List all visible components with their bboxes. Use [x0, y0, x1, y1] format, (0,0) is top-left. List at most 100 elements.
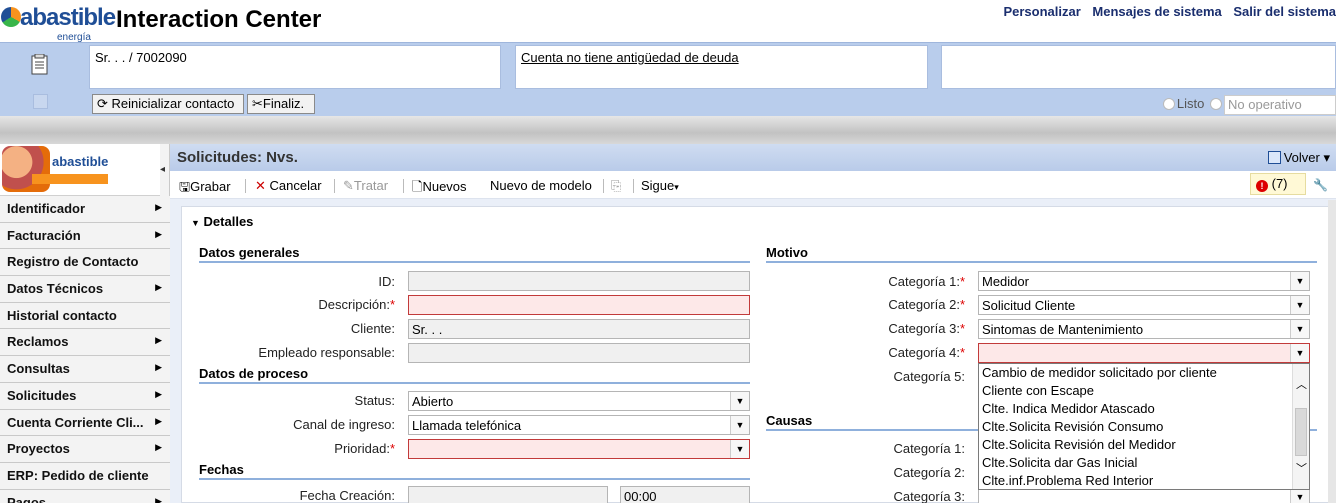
logo-brand-text: abastible	[20, 4, 116, 31]
sidebar-item[interactable]: Registro de Contacto	[0, 249, 170, 277]
sidebar-item-label: Reclamos	[7, 334, 69, 350]
dropdown-arrow-icon[interactable]: ▼	[1290, 320, 1309, 338]
new-label: Nuevos	[422, 179, 467, 194]
priority-select[interactable]: ▼	[408, 439, 750, 459]
sidebar-item[interactable]: Pagos ▶	[0, 489, 170, 503]
save-button[interactable]: 🖫Grabar	[179, 178, 231, 200]
dropdown-arrow-icon[interactable]: ▼	[1290, 344, 1309, 362]
dropdown-option[interactable]: Cambio de medidor solicitado por cliente	[979, 364, 1309, 382]
link-system-messages[interactable]: Mensajes de sistema	[1092, 4, 1221, 19]
sidebar-logo: abastible	[0, 144, 160, 196]
cancel-label: Cancelar	[269, 178, 322, 193]
responsible-employee-field[interactable]	[408, 343, 750, 363]
save-icon: 🖫	[179, 179, 191, 194]
toolbar-divider	[403, 179, 404, 193]
sidebar-item-label: Datos Técnicos	[7, 281, 104, 297]
copy-icon[interactable]: ⎘	[611, 178, 621, 194]
status-value: Abierto	[412, 394, 454, 409]
sidebar-item[interactable]: Identificador ▶	[0, 196, 170, 223]
sidebar-item[interactable]: Facturación ▶	[0, 222, 170, 250]
sidebar-item[interactable]: ERP: Pedido de cliente	[0, 462, 170, 490]
alerts-badge[interactable]: ! (7)	[1250, 173, 1306, 195]
reset-contact-button[interactable]: ⟳ Reinicializar contacto	[92, 94, 244, 114]
customer-info-box: Sr. . . / 7002090	[89, 45, 501, 89]
process-button[interactable]: ✎Tratar	[343, 178, 388, 194]
link-personalize[interactable]: Personalizar	[1003, 4, 1080, 19]
section-dates: Fechas	[199, 462, 750, 480]
refresh-icon: ⟳	[97, 96, 108, 111]
document-icon[interactable]	[29, 54, 51, 76]
back-label: Volver	[1283, 150, 1320, 165]
reset-contact-label: Reinicializar contacto	[111, 96, 235, 111]
back-button[interactable]: Volver ▾	[1267, 150, 1330, 166]
id-label: ID:	[378, 274, 395, 289]
reason-category-3-select[interactable]: Sintomas de Mantenimiento ▼	[978, 319, 1310, 339]
context-checkbox[interactable]	[33, 94, 48, 109]
abastible-logo: abastible energía limpia	[0, 2, 116, 54]
status-ready-radio[interactable]	[1162, 98, 1175, 111]
dropdown-arrow-icon[interactable]: ▼	[1290, 296, 1309, 314]
personalize-tool-icon[interactable]: 🔧	[1313, 178, 1328, 192]
creation-time-field[interactable]: 00:00	[620, 486, 750, 503]
sidebar-item[interactable]: Reclamos ▶	[0, 329, 170, 357]
status-select[interactable]: Abierto ▼	[408, 391, 750, 411]
sidebar-item[interactable]: Cuenta Corriente Cli... ▶	[0, 409, 170, 437]
customer-id-text: Sr. . . / 7002090	[95, 50, 187, 65]
creation-date-field[interactable]	[408, 486, 608, 503]
sidebar-item-label: Facturación	[7, 227, 81, 243]
dropdown-option[interactable]: Clte.Solicita Revisión Consumo	[979, 418, 1309, 436]
dropdown-option[interactable]: Clte.Solicita Revisión del Medidor	[979, 436, 1309, 454]
id-field[interactable]	[408, 271, 750, 291]
section-reason: Motivo	[766, 245, 1317, 263]
sidebar-item[interactable]: Consultas ▶	[0, 356, 170, 383]
end-contact-button[interactable]: ✂Finaliz.	[247, 94, 315, 114]
status-notready-radio[interactable]	[1210, 98, 1222, 111]
dropdown-option[interactable]: Cliente con Escape	[979, 382, 1309, 400]
details-toggle[interactable]: ▼ Detalles	[191, 214, 253, 229]
dropdown-arrow-icon[interactable]: ▼	[1290, 488, 1309, 503]
sidebar-item[interactable]: Proyectos ▶	[0, 436, 170, 463]
sidebar-item-label: Cuenta Corriente Cli...	[7, 414, 144, 430]
section-process-data: Datos de proceso	[199, 366, 750, 384]
cause-category-3-label: Categoría 3:	[893, 489, 965, 503]
chevron-right-icon: ▶	[155, 388, 162, 399]
top-links: Personalizar Mensajes de sistema Salir d…	[995, 4, 1336, 19]
sidebar-item[interactable]: Historial contacto	[0, 302, 170, 330]
reason-category-1-select[interactable]: Medidor ▼	[978, 271, 1310, 291]
dropdown-arrow-icon[interactable]: ▼	[730, 440, 749, 458]
chevron-right-icon: ▶	[155, 442, 162, 453]
dropdown-scrollbar[interactable]: ︿ ﹀	[1292, 364, 1309, 489]
status-select[interactable]: No operativo	[1224, 95, 1336, 115]
dropdown-option[interactable]: Clte.Solicita dar Gas Inicial	[979, 454, 1309, 472]
context-bar: Sr. . . / 7002090 Cuenta no tiene antigü…	[0, 42, 1336, 116]
sidebar-item[interactable]: Solicitudes ▶	[0, 382, 170, 410]
new-from-template-button[interactable]: Nuevo de modelo	[490, 178, 592, 193]
triangle-down-icon: ▼	[191, 218, 200, 228]
scrollbar-thumb[interactable]	[1295, 408, 1307, 456]
dropdown-arrow-icon[interactable]: ▼	[730, 416, 749, 434]
chevron-up-icon[interactable]: ︿	[1296, 376, 1307, 392]
new-button[interactable]: 🗋Nuevos	[412, 178, 467, 200]
reason-category-2-select[interactable]: Solicitud Cliente ▼	[978, 295, 1310, 315]
reason-category-4-label: Categoría 4:*	[888, 345, 965, 360]
reason-category-4-select[interactable]: ▼	[978, 343, 1310, 363]
chevron-down-icon[interactable]: ﹀	[1296, 460, 1307, 476]
link-logout[interactable]: Salir del sistema	[1233, 4, 1336, 19]
dropdown-options: Cambio de medidor solicitado por cliente…	[979, 364, 1309, 490]
sidebar-item[interactable]: Datos Técnicos ▶	[0, 276, 170, 303]
client-field[interactable]: Sr. . .	[408, 319, 750, 339]
dropdown-option[interactable]: Clte.inf.Problema Red Interior	[979, 472, 1309, 490]
dropdown-arrow-icon[interactable]: ▼	[1290, 272, 1309, 290]
account-notice-link[interactable]: Cuenta no tiene antigüedad de deuda	[521, 50, 739, 65]
description-field[interactable]	[408, 295, 750, 315]
more-button[interactable]: Sigue▾	[641, 178, 679, 193]
page-scrollbar[interactable]	[1328, 200, 1336, 503]
toolbar-divider	[334, 179, 335, 193]
channel-select[interactable]: Llamada telefónica ▼	[408, 415, 750, 435]
cause-category-2-label: Categoría 2:	[893, 465, 965, 480]
dropdown-option[interactable]: Clte. Indica Medidor Atascado	[979, 400, 1309, 418]
collapse-sidebar-icon[interactable]: ◂	[160, 164, 165, 175]
dropdown-arrow-icon[interactable]: ▼	[730, 392, 749, 410]
cancel-button[interactable]: ✕ Cancelar	[255, 178, 322, 194]
separator-band	[0, 116, 1336, 144]
